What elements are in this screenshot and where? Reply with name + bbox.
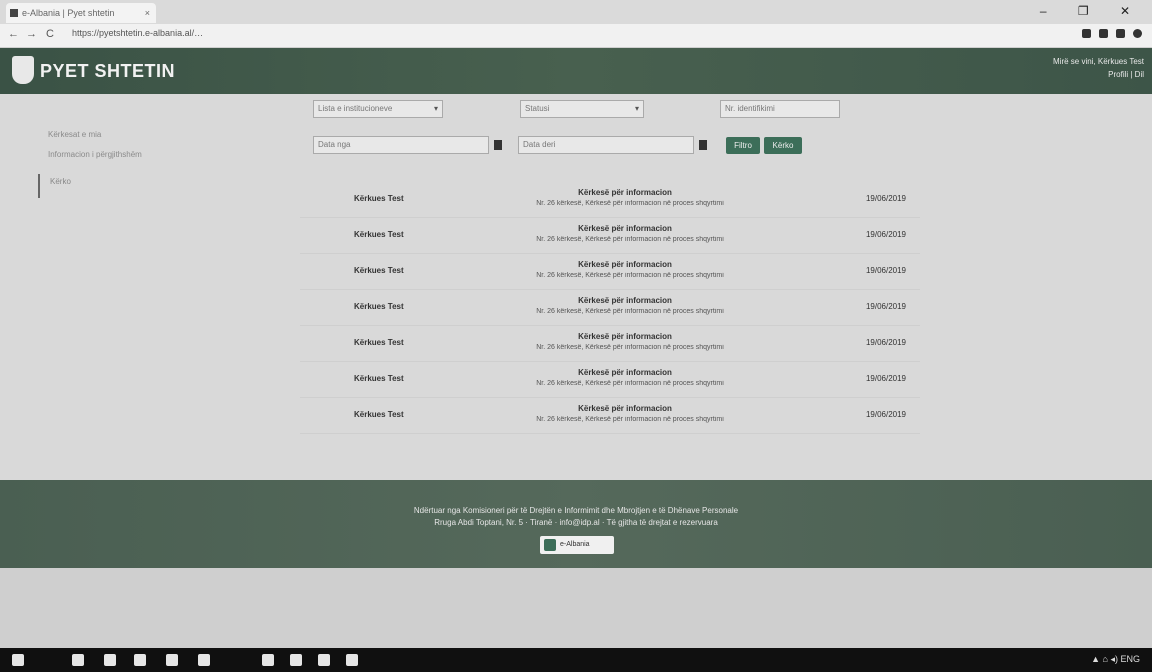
user-links[interactable]: Profili | Dil (1053, 68, 1144, 81)
chevron-down-icon: ▾ (634, 104, 639, 113)
calculator-icon[interactable] (198, 654, 210, 666)
request-description: Nr. 26 kërkesë, Kërkesë për informacion … (536, 344, 724, 351)
browser-address-bar: ← → C https://pyetshtetin.e-albania.al/… (0, 24, 1152, 48)
request-sender: Kërkues Test (354, 338, 404, 347)
status-select[interactable]: Statusi ▾ (520, 100, 644, 118)
request-date: 19/06/2019 (865, 338, 906, 347)
app-icon[interactable] (346, 654, 358, 666)
footer-text: Ndërtuar nga Komisioneri për të Drejtën … (413, 506, 739, 515)
sidebar-item-search[interactable]: Kërko (38, 174, 71, 198)
list-item[interactable]: Kërkues Test Kërkesë për informacion Nr.… (300, 254, 920, 290)
sidebar-item-general-info[interactable]: Informacion i përgjithshëm (48, 150, 142, 159)
list-item[interactable]: Kërkues Test Kërkesë për informacion Nr.… (300, 290, 920, 326)
date-to-input[interactable]: Data deri (518, 136, 694, 154)
user-menu[interactable]: Mirë se vini, Kërkues Test Profili | Dil (1053, 55, 1144, 81)
request-date: 19/06/2019 (865, 410, 906, 419)
calendar-icon[interactable] (494, 140, 502, 150)
request-sender: Kërkues Test (354, 302, 404, 311)
search-button[interactable]: Kërko (764, 137, 802, 154)
list-item[interactable]: Kërkues Test Kërkesë për informacion Nr.… (300, 326, 920, 362)
e-albania-badge[interactable]: e-Albania (540, 536, 614, 554)
request-title[interactable]: Kërkesë për informacion (520, 224, 730, 233)
app-icon[interactable] (166, 654, 178, 666)
extension-icons (1082, 29, 1142, 38)
request-description: Nr. 26 kërkesë, Kërkesë për informacion … (536, 308, 724, 315)
store-icon[interactable] (134, 654, 146, 666)
request-title[interactable]: Kërkesë për informacion (520, 404, 730, 413)
chevron-down-icon: ▾ (433, 104, 438, 113)
app-icon[interactable] (290, 654, 302, 666)
sidebar: Kërkesat e mia Informacion i përgjithshë… (0, 94, 260, 480)
id-input[interactable]: Nr. identifikimi (720, 100, 840, 118)
institution-select[interactable]: Lista e institucioneve ▾ (313, 100, 443, 118)
extension-icon[interactable] (1099, 29, 1108, 38)
logo-icon[interactable] (12, 56, 34, 84)
request-title[interactable]: Kërkesë për informacion (520, 368, 730, 377)
shield-icon (544, 539, 556, 551)
request-title[interactable]: Kërkesë për informacion (520, 260, 730, 269)
request-sender: Kërkues Test (354, 230, 404, 239)
request-description: Nr. 26 kërkesë, Kërkesë për informacion … (536, 272, 724, 279)
request-date: 19/06/2019 (865, 302, 906, 311)
request-title[interactable]: Kërkesë për informacion (520, 332, 730, 341)
browser-tab-bar: e-Albania | Pyet shtetin × – ❐ ✕ (0, 0, 1152, 24)
app-icon[interactable] (318, 654, 330, 666)
tab-close-icon[interactable]: × (145, 3, 150, 23)
request-sender: Kërkues Test (354, 194, 404, 203)
user-greeting: Mirë se vini, Kërkues Test (1053, 57, 1144, 66)
footer-address: Rruga Abdi Toptani, Nr. 5 · Tiranë · inf… (434, 518, 718, 527)
request-description: Nr. 26 kërkesë, Kërkesë për informacion … (536, 416, 724, 423)
list-item[interactable]: Kërkues Test Kërkesë për informacion Nr.… (300, 218, 920, 254)
request-date: 19/06/2019 (865, 230, 906, 239)
sidebar-item-my-requests[interactable]: Kërkesat e mia (48, 130, 101, 139)
request-description: Nr. 26 kërkesë, Kërkesë për informacion … (536, 236, 724, 243)
star-icon[interactable] (1082, 29, 1091, 38)
url-field[interactable]: https://pyetshtetin.e-albania.al/… (72, 28, 203, 38)
list-item[interactable]: Kërkues Test Kërkesë për informacion Nr.… (300, 362, 920, 398)
page-background (0, 568, 1152, 648)
calendar-icon[interactable] (699, 140, 707, 150)
forward-icon[interactable]: → (26, 28, 37, 40)
mail-icon[interactable] (72, 654, 84, 666)
list-item[interactable]: Kërkues Test Kërkesë për informacion Nr.… (300, 182, 920, 218)
site-header: PYET SHTETIN Mirë se vini, Kërkues Test … (0, 48, 1152, 94)
request-date: 19/06/2019 (865, 194, 906, 203)
request-sender: Kërkues Test (354, 266, 404, 275)
reload-icon[interactable]: C (46, 28, 54, 40)
request-description: Nr. 26 kërkesë, Kërkesë për informacion … (536, 200, 724, 207)
request-sender: Kërkues Test (354, 410, 404, 419)
request-sender: Kërkues Test (354, 374, 404, 383)
system-tray[interactable]: ▲ ⌂ ◂) ENG (1091, 654, 1140, 665)
app-icon[interactable] (262, 654, 274, 666)
request-description: Nr. 26 kërkesë, Kërkesë për informacion … (536, 380, 724, 387)
windows-start-icon[interactable] (12, 654, 24, 666)
extension-icon[interactable] (1116, 29, 1125, 38)
request-date: 19/06/2019 (865, 374, 906, 383)
request-title[interactable]: Kërkesë për informacion (520, 296, 730, 305)
site-logo-text[interactable]: PYET SHTETIN (40, 61, 175, 82)
request-title[interactable]: Kërkesë për informacion (520, 188, 730, 197)
tab-title: e-Albania | Pyet shtetin (22, 8, 115, 18)
profile-icon[interactable] (1133, 29, 1142, 38)
browser-tab[interactable]: e-Albania | Pyet shtetin × (6, 3, 156, 23)
os-taskbar: ▲ ⌂ ◂) ENG (0, 648, 1152, 672)
request-date: 19/06/2019 (865, 266, 906, 275)
list-item[interactable]: Kërkues Test Kërkesë për informacion Nr.… (300, 398, 920, 434)
site-favicon-icon (10, 9, 18, 17)
date-from-input[interactable]: Data nga (313, 136, 489, 154)
filter-button[interactable]: Filtro (726, 137, 760, 154)
site-footer: Ndërtuar nga Komisioneri për të Drejtën … (0, 480, 1152, 568)
window-controls[interactable]: – ❐ ✕ (1040, 4, 1144, 18)
folder-icon[interactable] (104, 654, 116, 666)
back-icon[interactable]: ← (8, 28, 19, 40)
